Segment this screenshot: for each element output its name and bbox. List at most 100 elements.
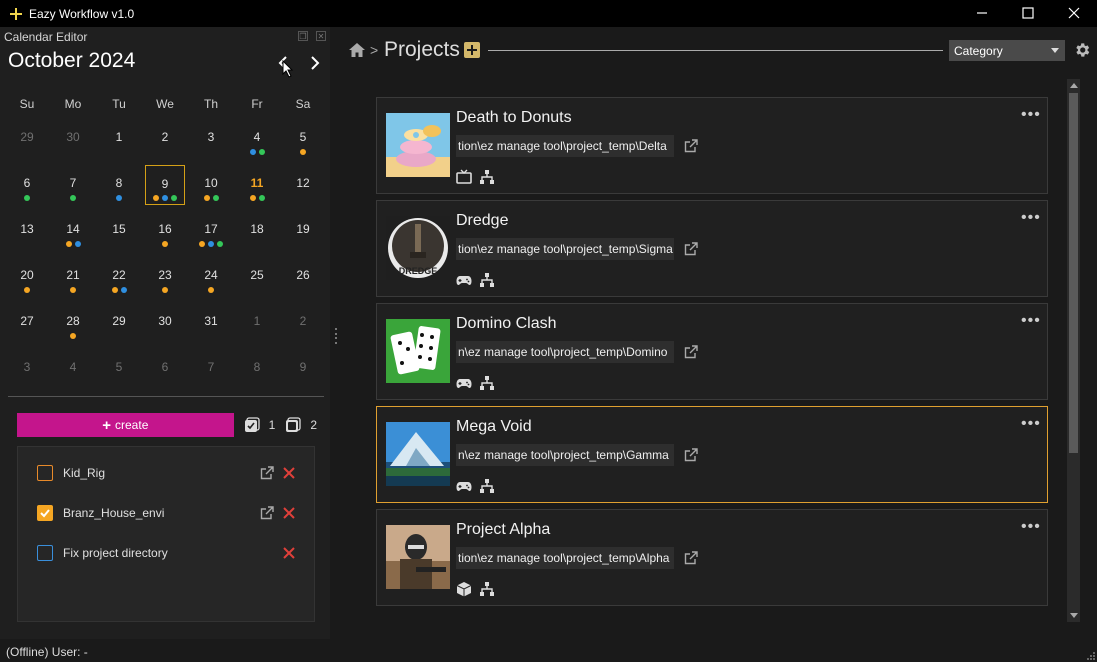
calendar-day[interactable]: 20 bbox=[4, 254, 50, 300]
project-card[interactable]: Project Alpha tion\ez manage tool\project… bbox=[376, 509, 1048, 606]
calendar-day[interactable]: 7 bbox=[188, 346, 234, 392]
calendar-day[interactable]: 16 bbox=[142, 208, 188, 254]
calendar-day[interactable]: 14 bbox=[50, 208, 96, 254]
project-path-field[interactable]: n\ez manage tool\project_temp\Gamma bbox=[456, 444, 674, 466]
calendar-day[interactable]: 11 bbox=[234, 162, 280, 208]
project-card[interactable]: Mega Void n\ez manage tool\project_temp\G… bbox=[376, 406, 1048, 503]
delete-icon[interactable] bbox=[281, 465, 297, 484]
day-number: 31 bbox=[204, 314, 218, 328]
calendar-day[interactable]: 8 bbox=[96, 162, 142, 208]
more-options-icon[interactable]: ••• bbox=[1021, 312, 1041, 330]
external-link-icon[interactable] bbox=[683, 138, 699, 159]
undock-button[interactable]: ❐ bbox=[298, 31, 308, 41]
minimize-button[interactable] bbox=[959, 0, 1005, 25]
event-dot bbox=[249, 149, 256, 155]
next-month-button[interactable] bbox=[306, 54, 324, 72]
task-checkbox[interactable] bbox=[37, 545, 53, 561]
calendar-day[interactable]: 6 bbox=[142, 346, 188, 392]
calendar-day[interactable]: 3 bbox=[4, 346, 50, 392]
calendar-day[interactable]: 6 bbox=[4, 162, 50, 208]
calendar-day[interactable]: 17 bbox=[188, 208, 234, 254]
calendar-day[interactable]: 13 bbox=[4, 208, 50, 254]
calendar-day[interactable]: 21 bbox=[50, 254, 96, 300]
project-path-field[interactable]: tion\ez manage tool\project_temp\Sigma bbox=[456, 238, 674, 260]
day-number: 29 bbox=[20, 130, 34, 144]
calendar-day[interactable]: 19 bbox=[280, 208, 326, 254]
external-link-icon[interactable] bbox=[259, 465, 275, 484]
external-link-icon[interactable] bbox=[683, 241, 699, 262]
project-card[interactable]: Death to Donuts tion\ez manage tool\proje… bbox=[376, 97, 1048, 194]
project-scrollbar[interactable] bbox=[1067, 79, 1080, 622]
more-options-icon[interactable]: ••• bbox=[1021, 415, 1041, 433]
event-dots bbox=[4, 287, 50, 293]
calendar-day[interactable]: 3 bbox=[188, 116, 234, 162]
project-path-field[interactable]: n\ez manage tool\project_temp\Domino bbox=[456, 341, 674, 363]
calendar-day[interactable]: 7 bbox=[50, 162, 96, 208]
calendar-day[interactable]: 22 bbox=[96, 254, 142, 300]
calendar-day[interactable]: 26 bbox=[280, 254, 326, 300]
calendar-day[interactable]: 5 bbox=[280, 116, 326, 162]
calendar-day[interactable]: 15 bbox=[96, 208, 142, 254]
category-select[interactable]: Category bbox=[949, 40, 1065, 61]
calendar-day[interactable]: 27 bbox=[4, 300, 50, 346]
calendar-day[interactable]: 1 bbox=[96, 116, 142, 162]
delete-icon[interactable] bbox=[281, 545, 297, 564]
calendar-day[interactable]: 25 bbox=[234, 254, 280, 300]
hierarchy-icon[interactable] bbox=[479, 375, 495, 396]
panel-close-button[interactable]: ✕ bbox=[316, 31, 326, 41]
task-checkbox[interactable] bbox=[37, 505, 53, 521]
calendar-day[interactable]: 30 bbox=[50, 116, 96, 162]
scroll-down-arrow-icon[interactable] bbox=[1070, 613, 1078, 618]
calendar-day[interactable]: 9 bbox=[280, 346, 326, 392]
gear-icon[interactable] bbox=[1073, 41, 1091, 59]
project-card[interactable]: Domino Clash n\ez manage tool\project_tem… bbox=[376, 303, 1048, 400]
project-card[interactable]: DREDGE Dredge tion\ez manage tool\project_… bbox=[376, 200, 1048, 297]
calendar-day[interactable]: 28 bbox=[50, 300, 96, 346]
external-link-icon[interactable] bbox=[683, 344, 699, 365]
calendar-day[interactable]: 18 bbox=[234, 208, 280, 254]
calendar-day[interactable]: 24 bbox=[188, 254, 234, 300]
calendar-day[interactable]: 31 bbox=[188, 300, 234, 346]
hierarchy-icon[interactable] bbox=[479, 581, 495, 602]
hierarchy-icon[interactable] bbox=[479, 478, 495, 499]
day-number: 10 bbox=[204, 176, 218, 190]
scroll-thumb[interactable] bbox=[1069, 93, 1078, 453]
panel-splitter[interactable] bbox=[335, 328, 338, 344]
calendar-day[interactable]: 2 bbox=[280, 300, 326, 346]
project-path-field[interactable]: tion\ez manage tool\project_temp\Delta bbox=[456, 135, 674, 157]
calendar-day-today[interactable]: 9 bbox=[145, 165, 185, 205]
external-link-icon[interactable] bbox=[259, 505, 275, 524]
project-thumbnail bbox=[386, 422, 450, 486]
calendar-day[interactable]: 8 bbox=[234, 346, 280, 392]
day-number: 21 bbox=[66, 268, 80, 282]
more-options-icon[interactable]: ••• bbox=[1021, 209, 1041, 227]
hierarchy-icon[interactable] bbox=[479, 169, 495, 190]
delete-icon[interactable] bbox=[281, 505, 297, 524]
add-project-button[interactable] bbox=[464, 42, 480, 58]
resize-grip-icon[interactable] bbox=[1087, 652, 1095, 660]
project-path-field[interactable]: tion\ez manage tool\project_temp\Alpha bbox=[456, 547, 674, 569]
task-checkbox[interactable] bbox=[37, 465, 53, 481]
more-options-icon[interactable]: ••• bbox=[1021, 518, 1041, 536]
calendar-day[interactable]: 29 bbox=[96, 300, 142, 346]
calendar-day[interactable]: 1 bbox=[234, 300, 280, 346]
calendar-day[interactable]: 10 bbox=[188, 162, 234, 208]
more-options-icon[interactable]: ••• bbox=[1021, 106, 1041, 124]
external-link-icon[interactable] bbox=[683, 447, 699, 468]
calendar-day[interactable]: 5 bbox=[96, 346, 142, 392]
close-button[interactable] bbox=[1051, 0, 1097, 25]
calendar-day[interactable]: 29 bbox=[4, 116, 50, 162]
hierarchy-icon[interactable] bbox=[479, 272, 495, 293]
calendar-day[interactable]: 12 bbox=[280, 162, 326, 208]
calendar-day[interactable]: 2 bbox=[142, 116, 188, 162]
calendar-day[interactable]: 4 bbox=[234, 116, 280, 162]
calendar-day[interactable]: 23 bbox=[142, 254, 188, 300]
maximize-button[interactable] bbox=[1005, 0, 1051, 25]
scroll-up-arrow-icon[interactable] bbox=[1070, 83, 1078, 88]
external-link-icon[interactable] bbox=[683, 550, 699, 571]
home-icon[interactable] bbox=[348, 42, 366, 58]
calendar-day[interactable]: 30 bbox=[142, 300, 188, 346]
calendar-day[interactable]: 4 bbox=[50, 346, 96, 392]
event-dots bbox=[234, 195, 280, 201]
create-task-button[interactable]: + create bbox=[17, 413, 234, 437]
